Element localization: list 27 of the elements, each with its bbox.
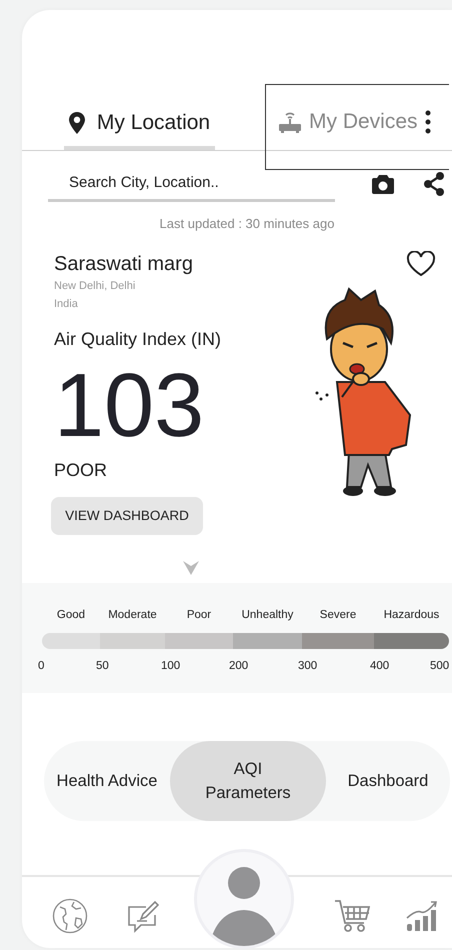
location-country: India (54, 297, 78, 312)
scale-tick: 400 (370, 660, 390, 672)
scale-tick: 100 (161, 660, 180, 672)
scale-tick: 300 (298, 660, 318, 672)
location-name: Saraswati marg (54, 252, 193, 277)
scale-label: Severe (318, 609, 358, 621)
scale-label: Good (56, 609, 86, 621)
scale-label: Hazardous (382, 609, 440, 621)
scale-label: Unhealthy (240, 609, 294, 621)
view-dashboard-button[interactable]: VIEW DASHBOARD (51, 497, 203, 535)
aqi-category: POOR (54, 460, 108, 481)
aqi-value: 103 (54, 356, 204, 456)
last-updated-text: Last updated : 30 minutes ago (158, 216, 336, 231)
scale-tick: 200 (229, 660, 248, 672)
tab[interactable]: My Location (64, 100, 215, 150)
scale-tick: 500 (430, 660, 450, 672)
tab[interactable]: My Devices (265, 84, 449, 170)
scale-label: Moderate (107, 609, 158, 621)
scale-label: Poor (186, 609, 212, 621)
search-field[interactable]: Search City, Location.. (48, 166, 335, 202)
scale-tick: 0 (38, 660, 44, 672)
location-region: New Delhi, Delhi (54, 279, 136, 294)
aqi-title: Air Quality Index (IN) (54, 329, 222, 350)
segment-tab[interactable]: Health Advice (44, 741, 170, 821)
scale-tick: 50 (96, 660, 109, 672)
segment-tab[interactable]: Dashboard (326, 741, 450, 821)
segment-tab[interactable]: AQI Parameters (170, 741, 326, 821)
